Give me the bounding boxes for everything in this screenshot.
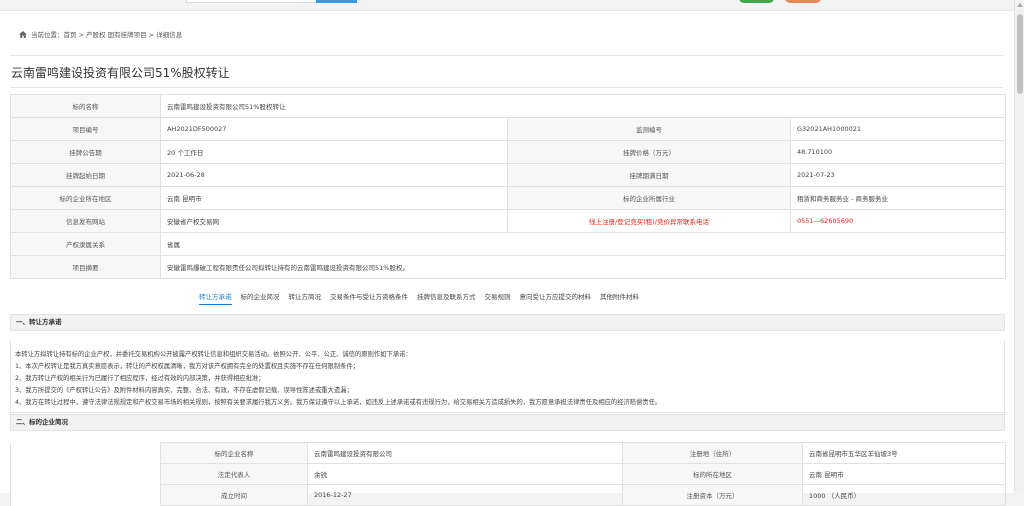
- subject-name-value: 云南雷鸣建设投资有限公司51%股权转让: [159, 94, 1007, 118]
- start-date-value: 2021-06-28: [160, 163, 508, 187]
- commitment-line: 1、本次产权转让是我方真实意愿表示，转让的产权权属清晰，我方对该产权拥有完全的处…: [15, 363, 360, 370]
- divider: [10, 87, 1003, 88]
- top-header-strip: [0, 0, 1014, 10]
- table-row: 成立时间 2016-12-27 注册资本（万元） 1000 （人民币）: [11, 484, 1006, 506]
- summary-label: 项目摘要: [10, 255, 161, 279]
- legal-rep-label: 法定代表人: [160, 463, 308, 485]
- announce-period-label: 挂牌公告期: [10, 140, 161, 164]
- founded-date-label: 成立时间: [160, 484, 308, 506]
- tab-transferor-commitment[interactable]: 转让方承诺: [199, 291, 232, 305]
- section-heading-commitment: 一、转让方承诺: [10, 314, 1005, 331]
- search-input[interactable]: [186, 0, 318, 3]
- location-value: 云南 昆明市: [802, 463, 1006, 485]
- table-row: 项目摘要 安徽雷鸣爆破工程有限责任公司拟转让持有的云南雷鸣建设投资有限公司51%…: [10, 255, 1007, 279]
- start-date-label: 挂牌起始日期: [10, 163, 161, 187]
- ownership-label: 产权隶属关系: [10, 232, 161, 256]
- vertical-scrollbar[interactable]: [1014, 0, 1024, 492]
- listing-price-label: 挂牌价格（万元）: [507, 140, 791, 164]
- hotline-value: 0551—62605690: [789, 209, 1007, 233]
- registered-capital-value: 1000 （人民币）: [802, 484, 1006, 506]
- project-info-table: 标的名称 云南雷鸣建设投资有限公司51%股权转让 项目编号 AH2021DF50…: [10, 94, 1007, 279]
- table-row: 产权隶属关系 省属: [10, 232, 1007, 256]
- hotline-label: 线上注册/登记竞买(租)/竞价异常联系电话: [507, 209, 791, 233]
- table-row: 标的企业名称 云南雷鸣建设投资有限公司 注册地（住所） 云南省昆明市五华区羊仙坡…: [10, 442, 1006, 506]
- commitment-text: 本转让方拟转让持有标的企业产权，并委托交易机构公开披露产权转让信息和组织交易活动…: [15, 349, 1000, 409]
- section-heading-target-company: 二、标的企业简况: [10, 414, 1005, 431]
- section-heading-text: 二、标的企业简况: [16, 418, 68, 426]
- ownership-value: 省属: [159, 232, 1007, 256]
- table-row: 挂牌起始日期 2021-06-28 挂牌期满日期 2021-07-23: [10, 163, 1007, 187]
- table-row: 标的名称 云南雷鸣建设投资有限公司51%股权转让: [10, 94, 1007, 118]
- project-no-label: 项目编号: [10, 117, 161, 141]
- tab-listing-contact[interactable]: 挂牌信息及联系方式: [417, 291, 476, 304]
- announce-period-value: 20 个工作日: [160, 140, 508, 164]
- header-orange-button[interactable]: [785, 0, 821, 3]
- section-heading-text: 一、转让方承诺: [16, 318, 62, 326]
- header-green-button[interactable]: [739, 0, 774, 3]
- commitment-line: 本转让方拟转让持有标的企业产权，并委托交易机构公开披露产权转让信息和组织交易活动…: [15, 351, 412, 358]
- breadcrumb-separator: >: [148, 31, 155, 39]
- table-row: 标的企业所在地区 云南 昆明市 标的企业所属行业 租赁和商务服务业 - 商务服务…: [10, 186, 1007, 210]
- tab-other-attachments[interactable]: 其他附件材料: [600, 291, 639, 304]
- breadcrumb-level2-link[interactable]: 产股权 国有挂牌项目: [86, 31, 147, 39]
- commitment-line: 4、我方在转让过程中，遵守法律法规规定和产权交易市场的相关规则，按照有关要求履行…: [15, 399, 662, 406]
- tab-trade-conditions[interactable]: 交易条件与受让方资格条件: [330, 291, 408, 304]
- summary-value: 安徽雷鸣爆破工程有限责任公司拟转让持有的云南雷鸣建设投资有限公司51%股权。: [159, 255, 1007, 279]
- end-date-value: 2021-07-23: [789, 163, 1007, 187]
- publish-site-value: 安徽省产权交易网: [160, 209, 508, 233]
- commitment-line: 3、我方所提交的《产权转让公告》及附件材料内容真实、完整、合法、有效，不存在虚假…: [15, 387, 353, 394]
- tab-trade-rules[interactable]: 交易规则: [485, 291, 511, 304]
- region-value: 云南 昆明市: [160, 186, 508, 210]
- table-row: 挂牌公告期 20 个工作日 挂牌价格（万元） 48.710100: [10, 140, 1007, 164]
- table-row: 法定代表人 余锐 标的所在地区 云南 昆明市: [11, 463, 1006, 485]
- publish-site-label: 信息发布网站: [10, 209, 161, 233]
- scroll-up-arrow-icon[interactable]: [1017, 3, 1023, 7]
- listing-price-value: 48.710100: [789, 140, 1007, 164]
- target-company-table: 标的企业名称 云南雷鸣建设投资有限公司 注册地（住所） 云南省昆明市五华区羊仙坡…: [10, 442, 1006, 506]
- scrollbar-thumb[interactable]: [1017, 14, 1023, 94]
- home-icon: [19, 31, 27, 38]
- founded-date-value: 2016-12-27: [307, 484, 623, 506]
- tab-target-company[interactable]: 标的企业简况: [241, 291, 280, 304]
- table-row: 项目编号 AH2021DF500027 监测编号 G32021AH1000021: [10, 117, 1007, 141]
- end-date-label: 挂牌期满日期: [507, 163, 791, 187]
- breadcrumb-home-link[interactable]: 首页: [64, 31, 77, 39]
- subject-name-label: 标的名称: [10, 94, 161, 118]
- project-no-value: AH2021DF500027: [160, 117, 508, 141]
- monitor-no-label: 监测编号: [507, 117, 791, 141]
- monitor-no-value: G32021AH1000021: [789, 117, 1007, 141]
- content-panel: 当前位置：首页 > 产股权 国有挂牌项目 > 详细信息 云南雷鸣建设投资有限公司…: [0, 10, 1014, 506]
- table-spacer: [10, 442, 161, 506]
- registered-address-label: 注册地（住所）: [622, 442, 803, 464]
- table-row: 信息发布网站 安徽省产权交易网 线上注册/登记竞买(租)/竞价异常联系电话 05…: [10, 209, 1007, 233]
- company-name-label: 标的企业名称: [160, 442, 308, 464]
- breadcrumb-separator: >: [78, 31, 85, 39]
- page-title: 云南雷鸣建设投资有限公司51%股权转让: [11, 66, 230, 80]
- registered-address-value: 云南省昆明市五华区羊仙坡3号: [802, 442, 1006, 464]
- tab-transferor-profile[interactable]: 转让方简况: [289, 291, 322, 304]
- detail-tabs: 转让方承诺 标的企业简况 转让方简况 交易条件与受让方资格条件 挂牌信息及联系方式 交易规…: [199, 291, 648, 305]
- breadcrumb: 当前位置：首页 > 产股权 国有挂牌项目 > 详细信息: [19, 29, 182, 39]
- tab-required-materials[interactable]: 意向受让方应提交的材料: [520, 291, 592, 304]
- registered-capital-label: 注册资本（万元）: [622, 484, 803, 506]
- divider: [10, 55, 1003, 56]
- company-name-value: 云南雷鸣建设投资有限公司: [307, 442, 623, 464]
- search-button[interactable]: [316, 0, 357, 3]
- industry-value: 租赁和商务服务业 - 商务服务业: [789, 186, 1007, 210]
- breadcrumb-current: 详细信息: [156, 31, 183, 39]
- breadcrumb-prefix: 当前位置：: [31, 31, 64, 39]
- industry-label: 标的企业所属行业: [507, 186, 791, 210]
- legal-rep-value: 余锐: [307, 463, 623, 485]
- region-label: 标的企业所在地区: [10, 186, 161, 210]
- location-label: 标的所在地区: [622, 463, 803, 485]
- commitment-line: 2、我方转让产权的相关行为已履行了相应程序，经过有效的内部决策，并获得相应批准；: [15, 375, 265, 382]
